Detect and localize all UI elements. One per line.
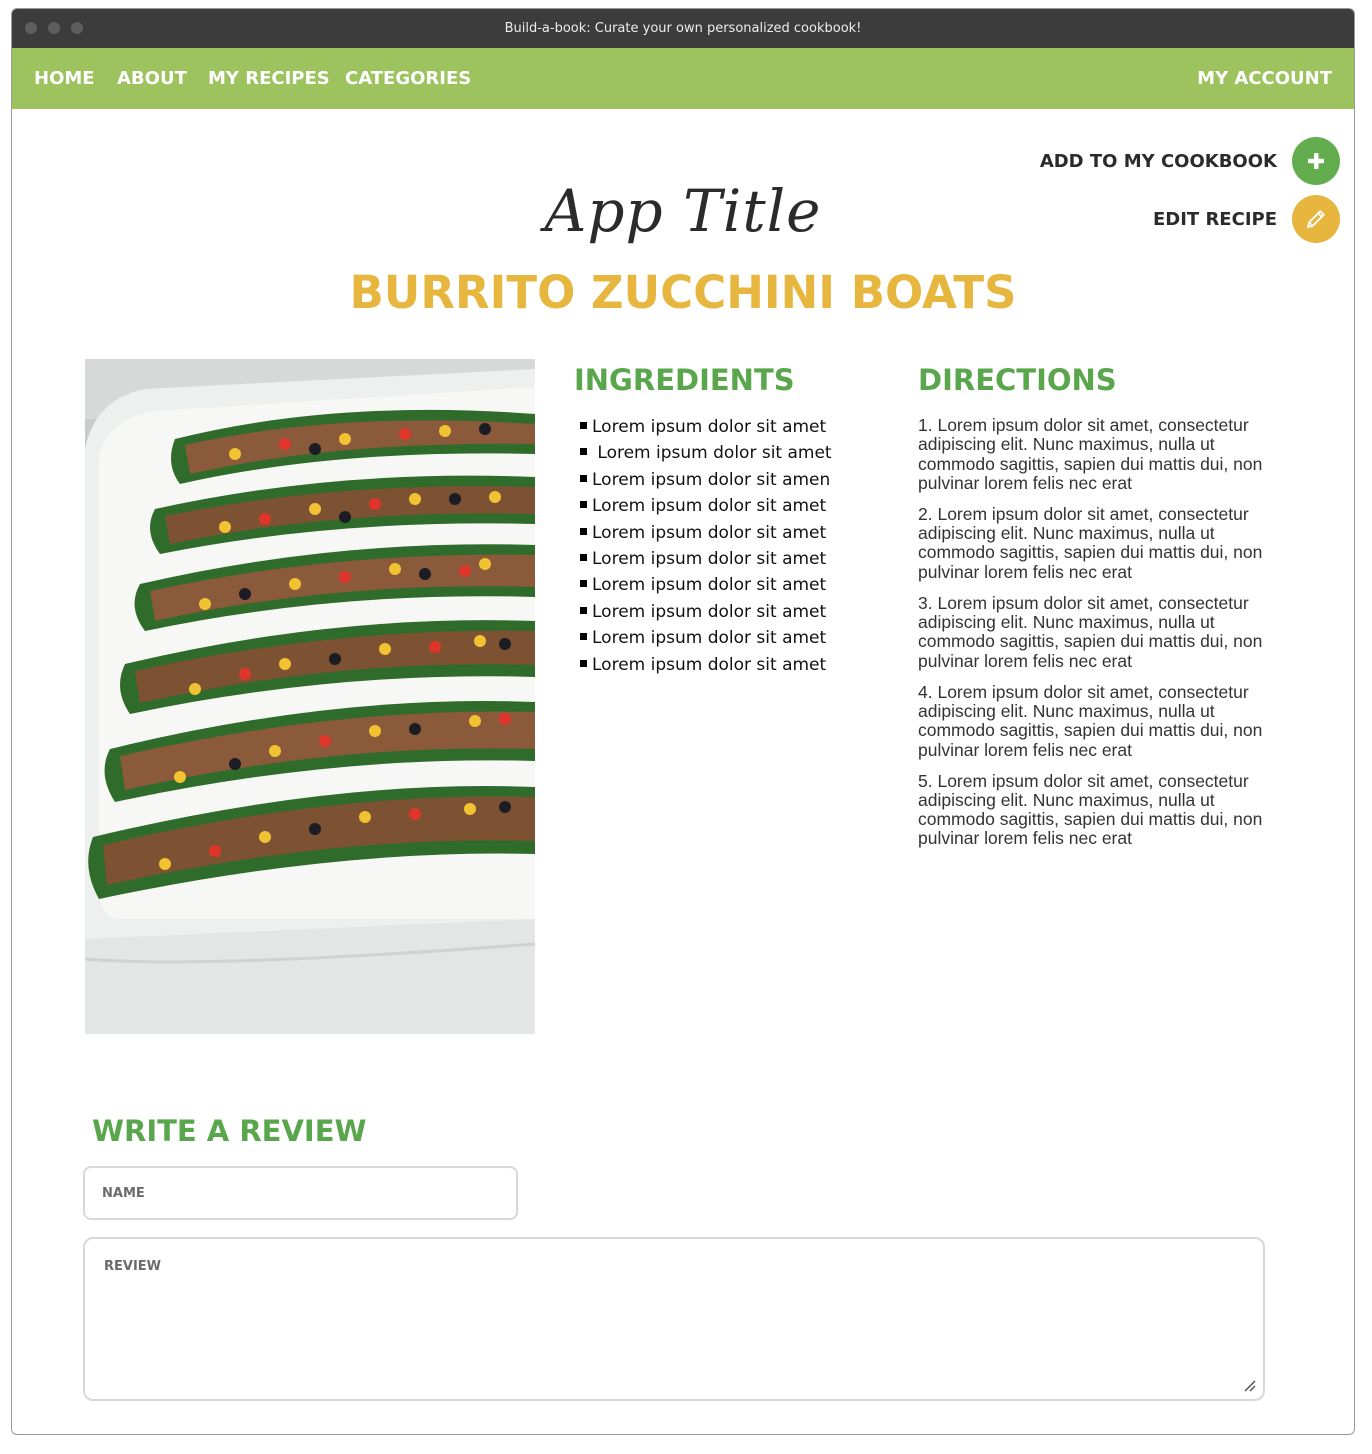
direction-step: 4. Lorem ipsum dolor sit amet, consectet… (918, 681, 1263, 760)
resize-grip-icon[interactable] (1242, 1378, 1256, 1392)
directions-list: 1. Lorem ipsum dolor sit amet, consectet… (918, 415, 1278, 860)
close-window-button[interactable] (25, 22, 37, 34)
direction-step: 1. Lorem ipsum dolor sit amet, consectet… (918, 415, 1263, 493)
ingredient-item: Lorem ipsum dolor sit amet (580, 572, 832, 598)
ingredient-item: Lorem ipsum dolor sit amet (580, 493, 832, 519)
ingredient-item: Lorem ipsum dolor sit amet (580, 599, 832, 625)
ingredient-text: Lorem ipsum dolor sit amet (592, 628, 827, 649)
ingredient-text: Lorem ipsum dolor sit amet (592, 575, 827, 596)
ingredient-text: Lorem ipsum dolor sit amet (592, 654, 827, 675)
review-text-input[interactable] (83, 1237, 1265, 1401)
direction-step: 3. Lorem ipsum dolor sit amet, consectet… (918, 592, 1263, 671)
recipe-title: BURRITO ZUCCHINI BOATS (349, 266, 1017, 319)
browser-window: Build-a-book: Curate your own personaliz… (11, 8, 1355, 1435)
zoom-window-button[interactable] (71, 22, 83, 34)
app-title: App Title (544, 177, 822, 245)
ingredient-item: Lorem ipsum dolor sit amet (580, 546, 832, 572)
nav-home[interactable]: HOME (34, 48, 95, 109)
bullet-icon (580, 659, 587, 667)
directions-heading: DIRECTIONS (918, 363, 1117, 397)
ingredient-item: Lorem ipsum dolor sit amen (580, 467, 832, 493)
nav-my-recipes[interactable]: MY RECIPES (208, 48, 330, 109)
bullet-icon (580, 501, 587, 509)
ingredient-text: Lorem ipsum dolor sit amen (592, 469, 831, 490)
bullet-icon (580, 580, 587, 588)
ingredient-item: Lorem ipsum dolor sit amet (580, 625, 832, 651)
bullet-icon (580, 633, 587, 641)
write-review-heading: WRITE A REVIEW (92, 1114, 367, 1148)
ingredient-text: Lorem ipsum dolor sit amet (592, 496, 827, 517)
minimize-window-button[interactable] (48, 22, 60, 34)
ingredient-text: Lorem ipsum dolor sit amet (592, 548, 827, 569)
window-titlebar: Build-a-book: Curate your own personaliz… (12, 9, 1354, 48)
ingredient-text: Lorem ipsum dolor sit amet (592, 417, 827, 437)
ingredient-item: Lorem ipsum dolor sit amet (580, 520, 832, 546)
ingredient-item: Lorem ipsum dolor sit amet (580, 652, 832, 678)
add-to-cookbook-label: ADD TO MY COOKBOOK (1039, 150, 1277, 172)
top-navbar: HOME ABOUT MY RECIPES CATEGORIES MY ACCO… (12, 48, 1354, 109)
bullet-icon (580, 606, 587, 614)
ingredient-item: Lorem ipsum dolor sit amet (580, 440, 832, 466)
bullet-icon (580, 527, 587, 535)
review-name-input[interactable] (83, 1166, 518, 1220)
ingredient-text: Lorem ipsum dolor sit amet (592, 443, 832, 464)
bullet-icon (580, 422, 587, 429)
ingredients-heading: INGREDIENTS (574, 363, 795, 397)
ingredients-list: Lorem ipsum dolor sit amet Lorem ipsum d… (580, 414, 832, 678)
bullet-icon (580, 474, 587, 482)
bullet-icon (580, 448, 587, 456)
nav-categories[interactable]: CATEGORIES (345, 48, 471, 109)
window-title: Build-a-book: Curate your own personaliz… (504, 21, 862, 36)
ingredient-item: Lorem ipsum dolor sit amet (580, 414, 832, 440)
direction-step: 2. Lorem ipsum dolor sit amet, consectet… (918, 503, 1263, 582)
ingredient-text: Lorem ipsum dolor sit amet (592, 522, 827, 543)
recipe-photo (85, 359, 535, 1034)
nav-my-account[interactable]: MY ACCOUNT (1197, 48, 1332, 109)
nav-about[interactable]: ABOUT (117, 48, 187, 109)
ingredient-text: Lorem ipsum dolor sit amet (592, 601, 827, 622)
bullet-icon (580, 553, 587, 561)
direction-step: 5. Lorem ipsum dolor sit amet, consectet… (918, 770, 1263, 849)
